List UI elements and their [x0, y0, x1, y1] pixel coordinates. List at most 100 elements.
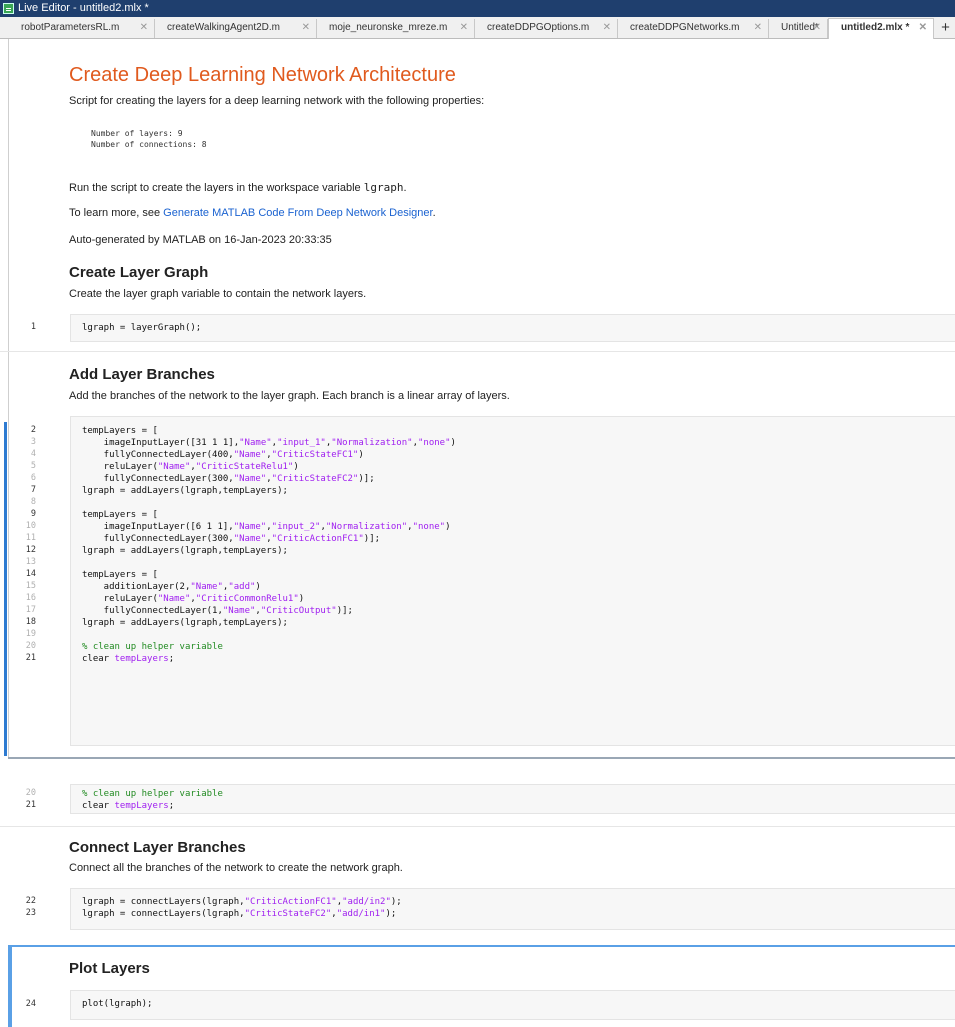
code-text: )	[445, 522, 451, 532]
close-icon[interactable]: ✕	[140, 19, 148, 37]
close-icon[interactable]: ✕	[302, 19, 310, 37]
code-line-10: imageInputLayer([6 1 1],"Name","input_2"…	[82, 522, 451, 532]
code-line-23: lgraph = connectLayers(lgraph,"CriticSta…	[82, 909, 396, 919]
code-line-6: fullyConnectedLayer(300,"Name","CriticSt…	[82, 474, 375, 484]
line-number: 14	[25, 569, 36, 579]
close-icon[interactable]: ✕	[919, 19, 927, 37]
code-string: "Name"	[233, 534, 267, 544]
tab-createwalkingagent2d[interactable]: createWalkingAgent2D.m ✕	[155, 19, 317, 38]
learn-more-text: To learn more, see Generate MATLAB Code …	[69, 207, 436, 219]
live-editor-icon	[3, 3, 14, 14]
code-text: reluLayer(	[82, 462, 158, 472]
code-line-18: lgraph = addLayers(lgraph,tempLayers);	[82, 618, 288, 628]
tab-label: createDDPGOptions.m	[487, 22, 590, 33]
code-string: "CriticStateFC2"	[244, 909, 332, 919]
code-string: "Name"	[233, 474, 267, 484]
line-number: 20	[25, 641, 36, 651]
code-string: "input_2"	[271, 522, 321, 532]
line-number: 9	[30, 509, 36, 519]
code-string: "Normalization"	[325, 522, 408, 532]
tab-label: createWalkingAgent2D.m	[167, 22, 281, 33]
section-desc-create-layer-graph: Create the layer graph variable to conta…	[69, 288, 367, 300]
section-title-plot-layers: Plot Layers	[69, 960, 150, 977]
line-number: 3	[30, 437, 36, 447]
code-string: "add"	[228, 582, 256, 592]
line-number: 6	[30, 473, 36, 483]
editor-tab-bar: robotParametersRL.m ✕ createWalkingAgent…	[0, 17, 955, 39]
section-desc-add-layer-branches: Add the branches of the network to the l…	[69, 390, 510, 402]
code-string: "add/in1"	[336, 909, 386, 919]
code-text: reluLayer(	[82, 594, 158, 604]
tab-label: untitled2.mlx *	[841, 22, 910, 33]
code-string: "Name"	[222, 606, 256, 616]
tab-label: robotParametersRL.m	[21, 22, 120, 33]
code-line-16: reluLayer("Name","CriticCommonRelu1")	[82, 594, 305, 604]
code-line-5: reluLayer("Name","CriticStateRelu1")	[82, 462, 299, 472]
code-string: "CriticActionFC1"	[244, 897, 337, 907]
line-number: 4	[30, 449, 36, 459]
tab-moje-neuronske-mreze[interactable]: moje_neuronske_mreze.m ✕	[317, 19, 475, 38]
tab-untitled2-mlx[interactable]: untitled2.mlx * ✕	[828, 18, 934, 39]
tab-createddpgoptions[interactable]: createDDPGOptions.m ✕	[475, 19, 618, 38]
run-text: Run the script to create the layers in t…	[69, 181, 407, 194]
code-text: ;	[168, 801, 175, 811]
intro-text: Script for creating the layers for a dee…	[69, 95, 485, 107]
code-text: fullyConnectedLayer(300,	[82, 474, 234, 484]
code-line-7: lgraph = addLayers(lgraph,tempLayers);	[82, 486, 288, 496]
code-string: "Name"	[233, 450, 267, 460]
code-text: );	[390, 897, 402, 907]
tab-robotparametersrl[interactable]: robotParametersRL.m ✕	[9, 19, 155, 38]
line-number: 22	[25, 896, 36, 906]
new-tab-button[interactable]: +	[936, 18, 955, 38]
active-section-top-border	[8, 945, 955, 947]
section-divider	[0, 351, 955, 352]
close-icon[interactable]: ✕	[460, 19, 468, 37]
property-connections: Number of connections: 8	[91, 140, 207, 149]
line-number: 8	[30, 497, 36, 507]
section-title-connect-layer-branches: Connect Layer Branches	[69, 839, 246, 856]
line-number: 11	[25, 533, 36, 543]
line-number: 12	[25, 545, 36, 555]
line-number: 7	[30, 485, 36, 495]
section-title-add-layer-branches: Add Layer Branches	[69, 366, 215, 383]
code-string: "Name"	[157, 594, 191, 604]
window-titlebar: Live Editor - untitled2.mlx *	[0, 0, 955, 17]
code-string: "Name"	[233, 522, 267, 532]
code-string: "none"	[412, 522, 446, 532]
code-line-20: % clean up helper variable	[82, 789, 223, 799]
close-icon[interactable]: ✕	[603, 19, 611, 37]
code-text: imageInputLayer([31 1 1],	[82, 438, 240, 448]
code-text: lgraph = connectLayers(lgraph,	[82, 909, 245, 919]
code-text: )];	[358, 474, 375, 484]
line-number: 21	[25, 653, 36, 663]
close-icon[interactable]: ✕	[754, 19, 762, 37]
code-block-4[interactable]: plot(lgraph);	[70, 990, 955, 1020]
code-text: )	[293, 462, 299, 472]
code-line-24: plot(lgraph);	[82, 999, 153, 1009]
tab-untitled[interactable]: Untitled* ✕	[769, 19, 828, 38]
close-icon[interactable]: ✕	[813, 19, 821, 37]
code-string: "CriticStateFC2"	[271, 474, 359, 484]
code-variable: tempLayers	[114, 801, 169, 811]
line-number: 1	[30, 322, 36, 332]
section-desc-connect-layer-branches: Connect all the branches of the network …	[69, 862, 403, 874]
code-line-21: clear tempLayers;	[82, 654, 174, 664]
code-block-2[interactable]: tempLayers = [ imageInputLayer([31 1 1],…	[70, 416, 955, 746]
code-string: "CriticCommonRelu1"	[195, 594, 299, 604]
code-line-15: additionLayer(2,"Name","add")	[82, 582, 261, 592]
code-text: )	[450, 438, 456, 448]
code-line-4: fullyConnectedLayer(400,"Name","CriticSt…	[82, 450, 364, 460]
line-number: 24	[25, 999, 36, 1009]
code-block-1[interactable]: lgraph = layerGraph();	[70, 314, 955, 342]
line-number: 23	[25, 908, 36, 918]
code-string: "add/in2"	[342, 897, 391, 907]
code-text: )	[298, 594, 305, 604]
window-title: Live Editor - untitled2.mlx *	[18, 2, 149, 14]
deep-network-designer-link[interactable]: Generate MATLAB Code From Deep Network D…	[163, 207, 432, 219]
line-number: 10	[25, 521, 36, 531]
code-text: fullyConnectedLayer(400,	[82, 450, 234, 460]
line-number: 16	[25, 593, 36, 603]
code-block-3[interactable]: lgraph = connectLayers(lgraph, "CriticAct…	[70, 888, 955, 930]
code-block-2-continued[interactable]: % clean up helper variable clear tempLay…	[70, 784, 955, 814]
tab-createddpgnetworks[interactable]: createDDPGNetworks.m ✕	[618, 19, 769, 38]
